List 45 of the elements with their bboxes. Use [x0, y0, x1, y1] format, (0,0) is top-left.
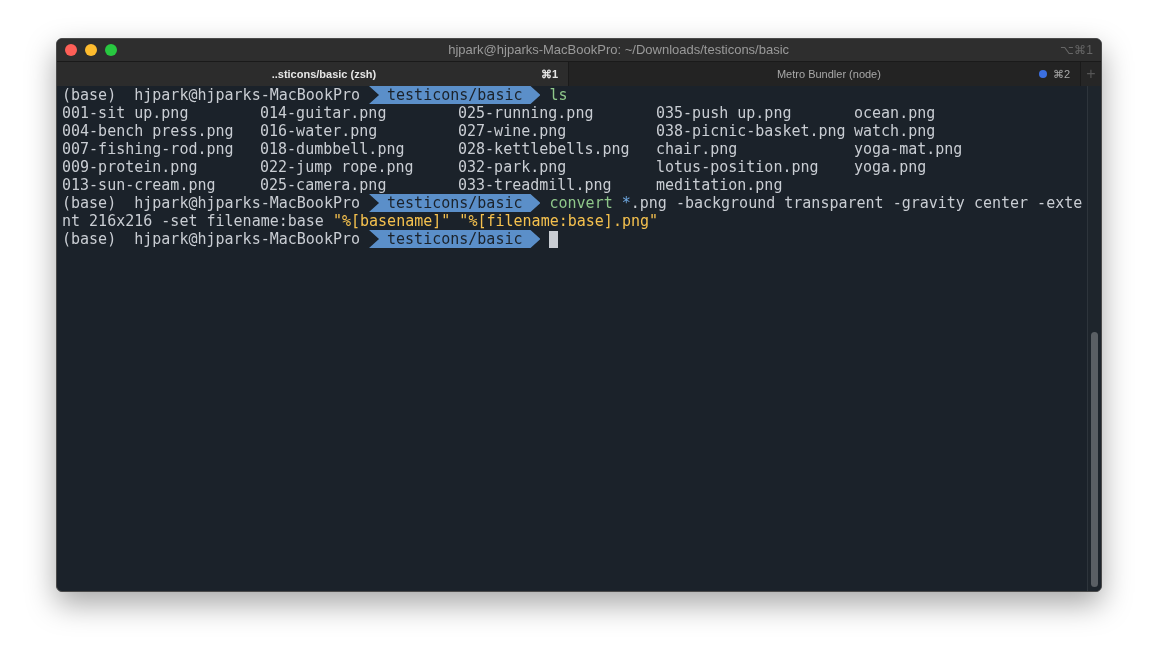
file-name: chair.png — [656, 140, 739, 158]
string-text: "%[basename]" "%[filename:base].png" — [332, 212, 659, 230]
close-button[interactable] — [65, 44, 77, 56]
file-name: 016-water.png — [260, 122, 379, 140]
file-name: 007-fishing-rod.png — [62, 140, 235, 158]
file-name: 018-dumbbell.png — [260, 140, 406, 158]
cursor — [549, 230, 559, 248]
tab[interactable]: ..sticons/basic (zsh) ⌘1 — [57, 62, 569, 86]
file-name: 014-guitar.png — [260, 104, 388, 122]
terminal-text: nt 216x216 -set filename:base — [62, 212, 325, 230]
file-name: watch.png — [854, 122, 937, 140]
file-name: 009-protein.png — [62, 158, 199, 176]
file-name: 025-camera.png — [260, 176, 388, 194]
terminal-text: (base) hjpark@hjparks-MacBookPro — [62, 86, 360, 104]
glob-text: * — [621, 194, 631, 212]
file-name: lotus-position.png — [656, 158, 820, 176]
file-name: 033-treadmill.png — [458, 176, 613, 194]
prompt-path-badge: testicons/basic — [369, 86, 541, 104]
file-name: 038-picnic-basket.png — [656, 122, 847, 140]
file-name: 022-jump rope.png — [260, 158, 415, 176]
file-name: yoga.png — [854, 158, 928, 176]
terminal-text: .png -background transparent -gravity center -exte — [630, 194, 1083, 212]
file-name: 028-kettlebells.png — [458, 140, 631, 158]
file-name: meditation.png — [656, 176, 784, 194]
file-name: 035-push up.png — [656, 104, 793, 122]
file-name: 001-sit up.png — [62, 104, 190, 122]
terminal-text: (base) hjpark@hjparks-MacBookPro — [62, 194, 360, 212]
file-name: 032-park.png — [458, 158, 568, 176]
tab-shortcut: ⌘2 — [1052, 66, 1070, 82]
file-name: ocean.png — [854, 104, 937, 122]
prompt-path-badge: testicons/basic — [369, 194, 541, 212]
file-name: 004-bench press.png — [62, 122, 235, 140]
command-text: convert — [549, 194, 613, 212]
window-shortcut: ⌥⌘1 — [1060, 42, 1093, 59]
command-text: ls — [549, 86, 568, 104]
file-name: 025-running.png — [458, 104, 595, 122]
file-name: 027-wine.png — [458, 122, 568, 140]
file-name: yoga-mat.png — [854, 140, 964, 158]
terminal-text: (base) hjpark@hjparks-MacBookPro — [62, 230, 360, 248]
minimize-button[interactable] — [85, 44, 97, 56]
window-title: hjpark@hjparks-MacBookPro: ~/Downloads/testicons/basic — [447, 41, 791, 60]
zoom-button[interactable] — [105, 44, 117, 56]
tab-shortcut: ⌘1 — [540, 66, 558, 82]
prompt-path-badge: testicons/basic — [369, 230, 541, 248]
file-name: 013-sun-cream.png — [62, 176, 217, 194]
